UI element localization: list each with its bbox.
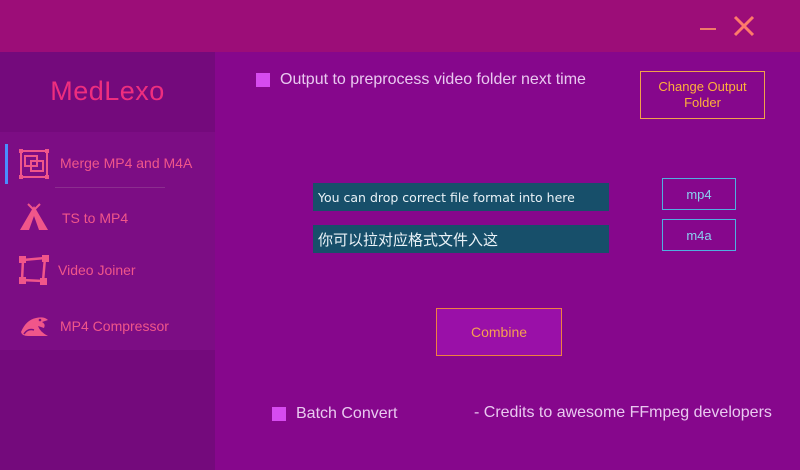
minimize-button[interactable]: [692, 10, 724, 42]
mp4-label: mp4: [686, 186, 712, 202]
m4a-label: m4a: [686, 227, 712, 243]
sidebar-item-merge[interactable]: Merge MP4 and M4A: [0, 138, 215, 188]
sidebar-item-ts-to-mp4[interactable]: TS to MP4: [0, 192, 215, 242]
tent-icon: [20, 203, 48, 230]
credits-text: - Credits to awesome FFmpeg developers: [474, 404, 772, 421]
combine-button[interactable]: Combine: [436, 308, 562, 356]
drop-hint-en: You can drop correct file format into he…: [318, 189, 575, 205]
nav-divider: [55, 187, 165, 188]
sidebar-item-label: Merge MP4 and M4A: [60, 155, 193, 171]
change-output-folder-label: Change Output Folder: [658, 79, 747, 110]
sidebar-item-video-joiner[interactable]: Video Joiner: [0, 244, 215, 294]
checkbox-box[interactable]: [272, 407, 286, 421]
sidebar-item-label: Video Joiner: [58, 262, 136, 278]
sidebar-item-label: TS to MP4: [62, 210, 129, 226]
batch-convert-label: Batch Convert: [296, 405, 398, 422]
output-folder-label: Output to preprocess video folder next t…: [280, 71, 586, 88]
checkbox-box[interactable]: [256, 73, 270, 87]
dragon-icon: [21, 317, 48, 336]
merge-windows-icon: [19, 149, 49, 179]
sidebar-item-label: MP4 Compressor: [60, 318, 169, 334]
combine-label: Combine: [470, 324, 528, 340]
frame-crop-icon: [19, 255, 49, 285]
active-indicator: [5, 144, 8, 184]
mp4-button[interactable]: mp4: [662, 178, 736, 210]
title-bar: [0, 0, 800, 52]
sidebar-item-mp4-compressor[interactable]: MP4 Compressor: [0, 300, 215, 350]
batch-convert-checkbox[interactable]: Batch Convert: [272, 405, 397, 423]
close-icon: [733, 15, 755, 37]
close-button[interactable]: [728, 10, 760, 42]
drop-zone-chinese[interactable]: 你可以拉对应格式文件入这: [313, 225, 609, 253]
output-folder-checkbox[interactable]: Output to preprocess video folder next t…: [256, 71, 586, 89]
m4a-button[interactable]: m4a: [662, 219, 736, 251]
app-logo: MedLexo: [50, 76, 165, 106]
sidebar-nav: Merge MP4 and M4A TS to MP4 Video Joiner…: [0, 132, 215, 350]
change-output-folder-button[interactable]: Change Output Folder: [640, 71, 765, 119]
drop-hint-cn: 你可以拉对应格式文件入这: [318, 230, 499, 249]
drop-zone-english[interactable]: You can drop correct file format into he…: [313, 183, 609, 211]
minimize-icon: [700, 28, 716, 30]
